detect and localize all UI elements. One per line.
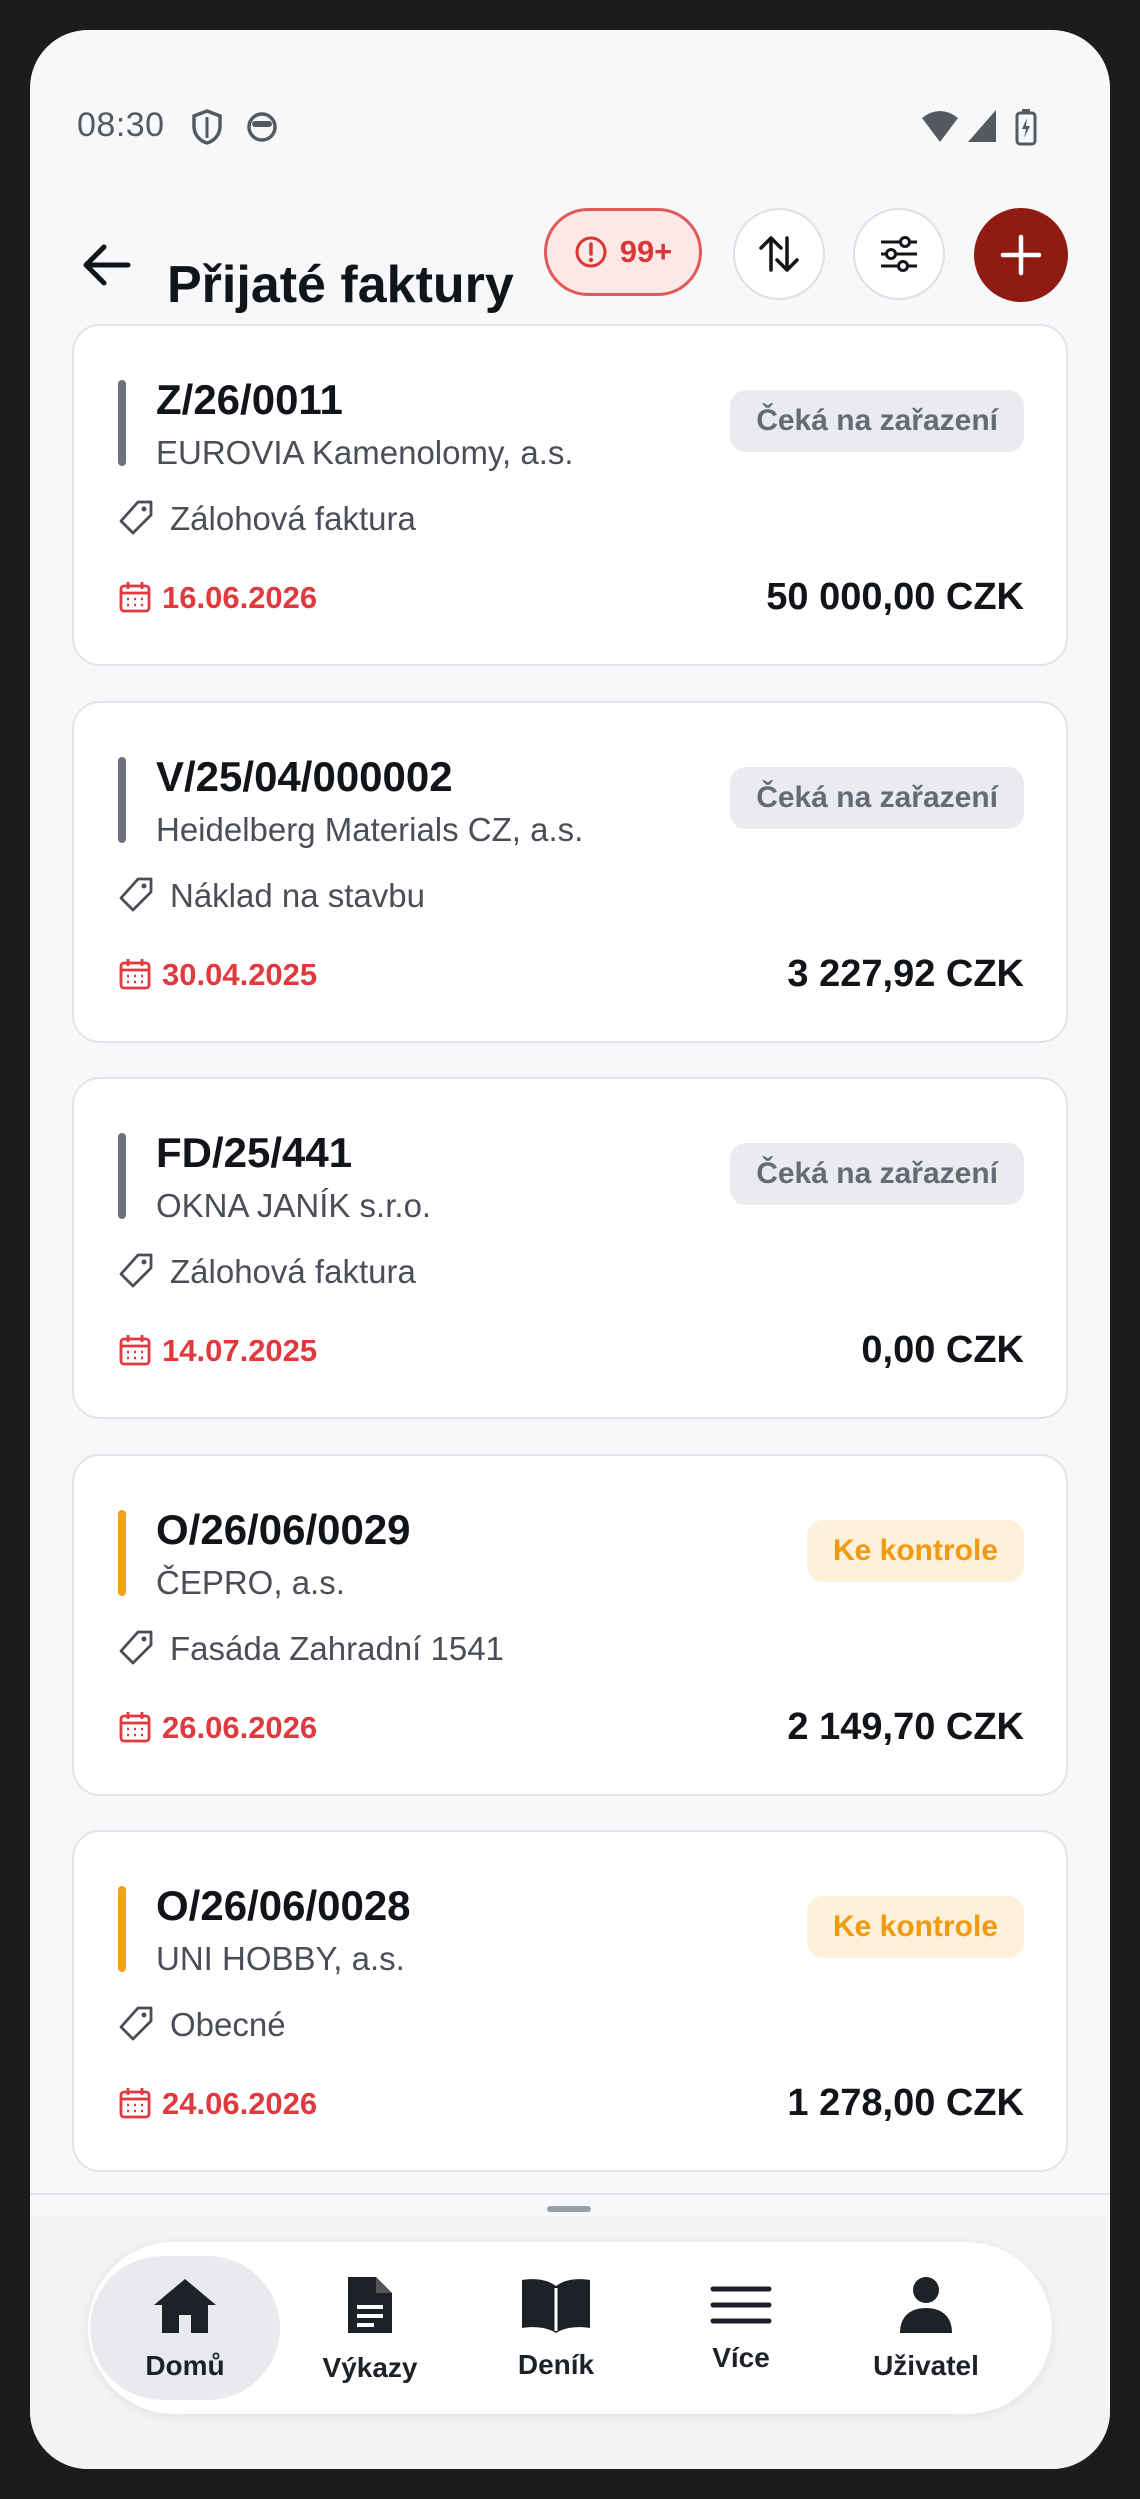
invoice-category: Zálohová faktura: [170, 1253, 416, 1290]
invoice-category: Fasáda Zahradní 1541: [170, 1630, 504, 1667]
alert-count: 99+: [619, 234, 673, 269]
invoice-card[interactable]: V/25/04/000002 Heidelberg Materials CZ, a…: [72, 701, 1068, 1043]
alert-icon: [575, 236, 607, 268]
alert-badge-button[interactable]: 99+: [544, 208, 702, 296]
due-date: 26.06.2026: [162, 1710, 318, 1745]
invoice-card[interactable]: FD/25/441 OKNA JANÍK s.r.o. Zálohová faktu…: [72, 1077, 1068, 1419]
add-button[interactable]: [974, 208, 1068, 302]
nav-label: Deník: [517, 2348, 595, 2380]
sliders-icon: [881, 236, 917, 272]
nav-label: Více: [712, 2341, 770, 2373]
user-icon: [898, 2275, 954, 2340]
app-screen: 08:30 Přijaté faktury 99+ Z/26/0011 EURO…: [30, 30, 1110, 2469]
due-date: 24.06.2026: [162, 2086, 318, 2121]
document-icon: [344, 2273, 396, 2342]
invoice-number: Z/26/0011: [156, 376, 343, 423]
invoice-amount: 50 000,00 CZK: [766, 576, 1024, 618]
nav-label: Uživatel: [873, 2349, 979, 2381]
nav-item-book[interactable]: Deník: [471, 2242, 641, 2414]
supplier-name: Heidelberg Materials CZ, a.s.: [156, 811, 584, 848]
invoice-amount: 3 227,92 CZK: [787, 953, 1024, 995]
due-date: 30.04.2025: [162, 957, 318, 992]
status-badge: Ke kontrole: [806, 1896, 1024, 1958]
calendar-icon: [118, 1710, 152, 1749]
invoice-number: O/26/06/0029: [156, 1506, 411, 1553]
invoice-category: Náklad na stavbu: [170, 877, 425, 914]
tag-icon: [116, 2004, 156, 2049]
supplier-name: OKNA JANÍK s.r.o.: [156, 1187, 432, 1224]
status-badge: Čeká na zařazení: [730, 390, 1024, 452]
status-badge: Čeká na zařazení: [730, 1143, 1024, 1205]
filter-button[interactable]: [853, 208, 945, 300]
status-indicator-bar: [118, 1886, 126, 1972]
invoice-card[interactable]: O/26/06/0029 ČEPRO, a.s. Fasáda Zahradní 1…: [72, 1454, 1068, 1796]
divider: [30, 2193, 1110, 2195]
invoice-category: Zálohová faktura: [170, 500, 416, 537]
status-indicator-bar: [118, 1510, 126, 1596]
signal-icon: [968, 110, 996, 142]
supplier-name: ČEPRO, a.s.: [156, 1564, 345, 1601]
invoice-category: Obecné: [170, 2006, 286, 2043]
tag-icon: [116, 498, 156, 543]
invoice-number: O/26/06/0028: [156, 1882, 411, 1929]
status-badge: Čeká na zařazení: [730, 767, 1024, 829]
invoice-number: FD/25/441: [156, 1129, 353, 1176]
invoice-amount: 1 278,00 CZK: [787, 2082, 1024, 2124]
status-time: 08:30: [77, 106, 165, 144]
nav-item-user[interactable]: Uživatel: [841, 2242, 1011, 2414]
menu-icon: [709, 2283, 773, 2332]
nav-item-document[interactable]: Výkazy: [285, 2242, 455, 2414]
invoice-amount: 2 149,70 CZK: [787, 1706, 1024, 1748]
status-indicator-bar: [118, 757, 126, 843]
invoice-card[interactable]: O/26/06/0028 UNI HOBBY, a.s. Obecné 24.06.2…: [72, 1830, 1068, 2172]
page-title: Přijaté faktury: [167, 256, 514, 314]
back-button[interactable]: [72, 230, 142, 300]
nav-item-menu[interactable]: Více: [656, 2242, 826, 2414]
robot-icon: [247, 112, 277, 142]
calendar-icon: [118, 1333, 152, 1372]
calendar-icon: [118, 957, 152, 996]
supplier-name: EUROVIA Kamenolomy, a.s.: [156, 434, 574, 471]
book-icon: [519, 2276, 593, 2339]
plus-icon: [1000, 234, 1042, 276]
invoice-number: V/25/04/000002: [156, 753, 453, 800]
due-date: 14.07.2025: [162, 1333, 318, 1368]
battery-icon: [1015, 109, 1037, 146]
tag-icon: [116, 1628, 156, 1673]
invoice-list[interactable]: Z/26/0011 EUROVIA Kamenolomy, a.s. Zálohov…: [72, 324, 1068, 2195]
sort-icon: [759, 236, 799, 272]
bottom-navigation: Domů Výkazy Deník Více Uživatel: [88, 2242, 1052, 2414]
calendar-icon: [118, 2086, 152, 2125]
invoice-amount: 0,00 CZK: [861, 1329, 1024, 1371]
sort-button[interactable]: [733, 208, 825, 300]
wifi-icon: [922, 111, 958, 142]
status-indicator-bar: [118, 380, 126, 466]
supplier-name: UNI HOBBY, a.s.: [156, 1940, 405, 1977]
nav-label: Výkazy: [322, 2351, 418, 2383]
calendar-icon: [118, 580, 152, 619]
nav-label: Domů: [145, 2349, 225, 2381]
tag-icon: [116, 875, 156, 920]
due-date: 16.06.2026: [162, 580, 318, 615]
invoice-card[interactable]: Z/26/0011 EUROVIA Kamenolomy, a.s. Zálohov…: [72, 324, 1068, 666]
tag-icon: [116, 1251, 156, 1296]
status-indicator-bar: [118, 1133, 126, 1219]
status-badge: Ke kontrole: [806, 1520, 1024, 1582]
shield-icon: [192, 109, 222, 145]
drag-handle[interactable]: [547, 2206, 591, 2212]
nav-item-home[interactable]: Domů: [90, 2242, 280, 2414]
home-icon: [150, 2275, 220, 2340]
arrow-left-icon: [83, 244, 131, 286]
